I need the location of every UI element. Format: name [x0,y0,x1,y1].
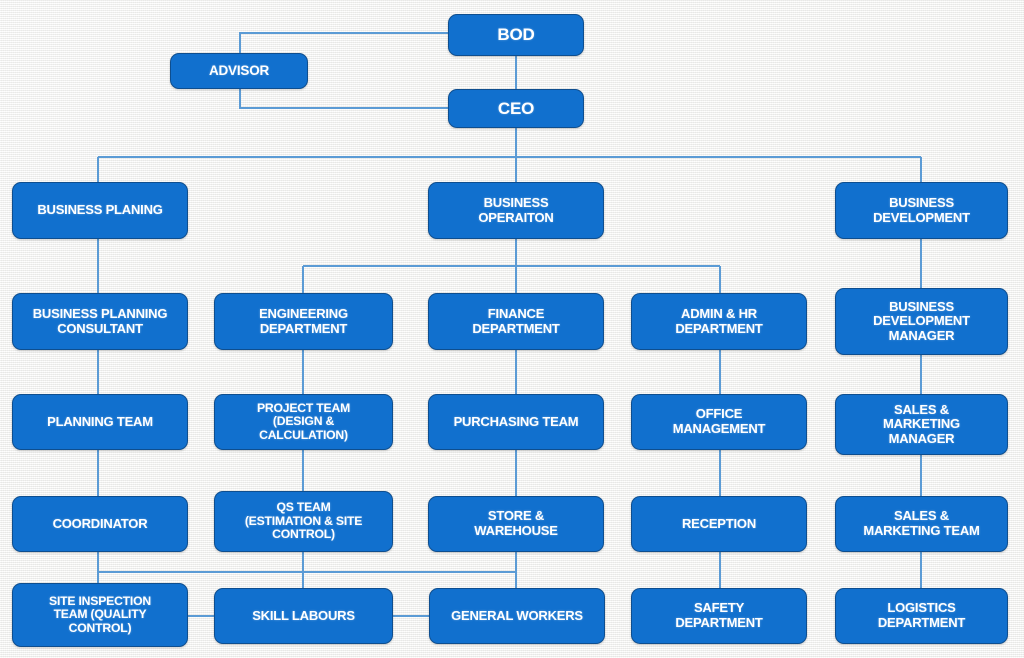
node-logistics-department-label: LOGISTICS DEPARTMENT [877,600,966,630]
node-store-warehouse[interactable]: STORE & WAREHOUSE [428,496,604,552]
node-safety-department[interactable]: SAFETY DEPARTMENT [631,588,807,644]
node-business-development-manager-label: BUSINESS DEVELOPMENT MANAGER [873,298,970,343]
node-finance-department[interactable]: FINANCE DEPARTMENT [428,293,604,350]
org-chart-canvas: BOD ADVISOR CEO BUSINESS PLANING BUSINES… [0,0,1024,658]
node-business-development-manager[interactable]: BUSINESS DEVELOPMENT MANAGER [835,288,1008,355]
node-business-operaiton[interactable]: BUSINESS OPERAITON [428,182,604,239]
node-skill-labours[interactable]: SKILL LABOURS [214,588,393,644]
node-bod-label: BOD [497,25,535,45]
node-advisor[interactable]: ADVISOR [170,53,308,89]
node-planning-team-label: PLANNING TEAM [47,413,153,429]
node-project-team[interactable]: PROJECT TEAM (DESIGN & CALCULATION) [214,394,393,450]
node-project-team-label: PROJECT TEAM (DESIGN & CALCULATION) [256,400,351,442]
node-safety-department-label: SAFETY DEPARTMENT [675,600,763,630]
node-sales-marketing-team[interactable]: SALES & MARKETING TEAM [835,496,1008,552]
node-office-management[interactable]: OFFICE MANAGEMENT [631,394,807,450]
node-business-planing[interactable]: BUSINESS PLANING [12,182,188,239]
node-purchasing-team-label: PURCHASING TEAM [453,413,579,429]
node-site-inspection-team-label: SITE INSPECTION TEAM (QUALITY CONTROL) [49,593,151,635]
node-ceo-label: CEO [497,98,535,118]
node-business-planing-label: BUSINESS PLANING [37,202,163,218]
node-qs-team-label: QS TEAM (ESTIMATION & SITE CONTROL) [244,500,363,542]
node-advisor-label: ADVISOR [208,63,270,79]
node-finance-department-label: FINANCE DEPARTMENT [472,305,560,336]
node-office-management-label: OFFICE MANAGEMENT [672,406,766,436]
node-business-planning-consultant-label: BUSINESS PLANNING CONSULTANT [32,305,168,336]
node-ceo[interactable]: CEO [448,89,584,128]
node-skill-labours-label: SKILL LABOURS [252,607,355,623]
node-business-operaiton-label: BUSINESS OPERAITON [478,194,554,225]
node-engineering-department-label: ENGINEERING DEPARTMENT [259,305,348,336]
node-bod[interactable]: BOD [448,14,584,56]
node-business-planning-consultant[interactable]: BUSINESS PLANNING CONSULTANT [12,293,188,350]
node-reception-label: RECEPTION [681,515,757,531]
node-logistics-department[interactable]: LOGISTICS DEPARTMENT [835,588,1008,644]
node-sales-marketing-manager-label: SALES & MARKETING MANAGER [883,401,960,446]
node-admin-hr-department[interactable]: ADMIN & HR DEPARTMENT [631,293,807,350]
node-coordinator-label: COORDINATOR [52,515,148,531]
node-engineering-department[interactable]: ENGINEERING DEPARTMENT [214,293,393,350]
node-qs-team[interactable]: QS TEAM (ESTIMATION & SITE CONTROL) [214,491,393,552]
node-general-workers-label: GENERAL WORKERS [451,607,583,623]
node-sales-marketing-team-label: SALES & MARKETING TEAM [863,508,980,538]
node-purchasing-team[interactable]: PURCHASING TEAM [428,394,604,450]
node-general-workers[interactable]: GENERAL WORKERS [429,588,605,644]
node-store-warehouse-label: STORE & WAREHOUSE [474,508,558,538]
node-sales-marketing-manager[interactable]: SALES & MARKETING MANAGER [835,394,1008,455]
node-site-inspection-team[interactable]: SITE INSPECTION TEAM (QUALITY CONTROL) [12,583,188,647]
node-planning-team[interactable]: PLANNING TEAM [12,394,188,450]
node-reception[interactable]: RECEPTION [631,496,807,552]
node-business-development-label: BUSINESS DEVELOPMENT [873,194,970,225]
node-admin-hr-department-label: ADMIN & HR DEPARTMENT [675,305,763,336]
node-coordinator[interactable]: COORDINATOR [12,496,188,552]
node-business-development[interactable]: BUSINESS DEVELOPMENT [835,182,1008,239]
